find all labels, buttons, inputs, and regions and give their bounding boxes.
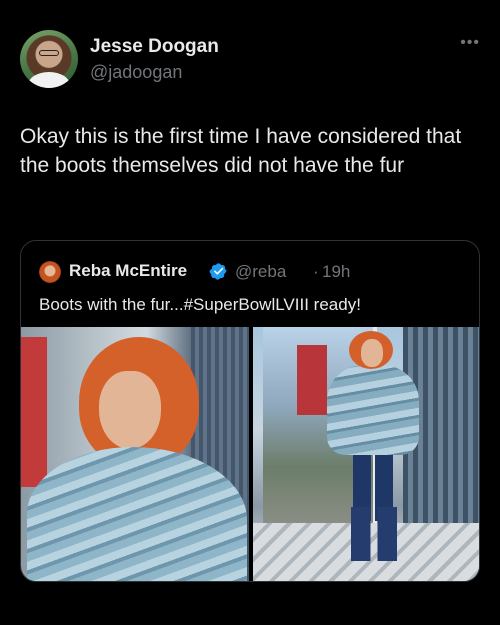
media-photo-1[interactable]	[21, 327, 249, 581]
quoted-author-avatar[interactable]	[39, 261, 61, 283]
photo-boots	[351, 507, 397, 561]
quoted-author-handle[interactable]: @reba	[235, 262, 286, 282]
media-photo-2[interactable]	[253, 327, 479, 581]
photo-building	[21, 337, 47, 487]
photo-fur-coat	[327, 365, 419, 455]
author-avatar[interactable]	[20, 30, 78, 88]
meta-separator: ·	[313, 262, 319, 281]
avatar-shoulders	[28, 72, 70, 88]
author-handle[interactable]: @jadoogan	[90, 62, 182, 83]
verified-badge-icon	[209, 263, 227, 280]
photo-tower	[297, 345, 327, 415]
quoted-author-display-name[interactable]: Reba McEntire	[69, 261, 187, 281]
photo-face	[99, 371, 161, 449]
avatar-glasses	[39, 50, 59, 56]
quoted-tweet-text: Boots with the fur...#SuperBowlLVIII rea…	[39, 295, 361, 314]
quoted-tweet-card[interactable]: Reba McEntire @reba · 19h Boots with the…	[20, 240, 480, 582]
more-horizontal-icon[interactable]: •••	[460, 34, 480, 52]
photo-face	[361, 339, 383, 367]
tweet-text: Okay this is the first time I have consi…	[20, 125, 462, 177]
author-display-name[interactable]: Jesse Doogan	[90, 36, 219, 58]
quoted-tweet-timestamp[interactable]: 19h	[322, 262, 350, 282]
